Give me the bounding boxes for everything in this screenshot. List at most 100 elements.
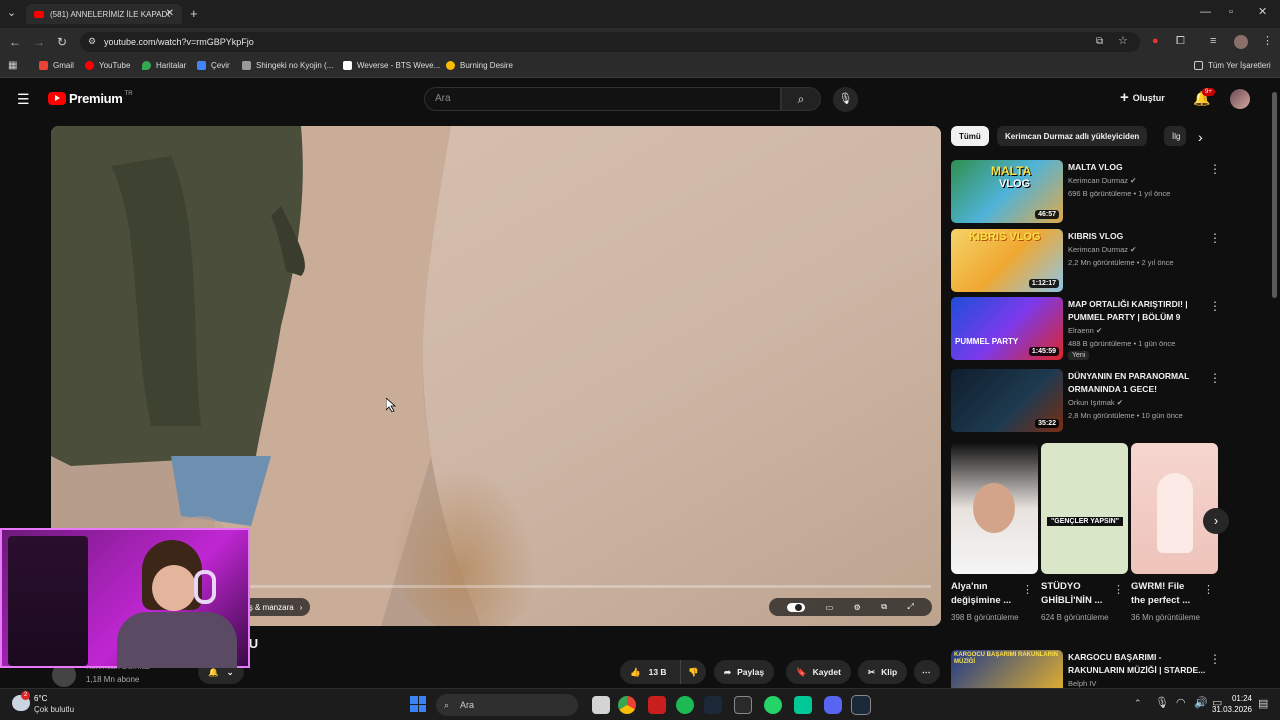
bookmark-youtube[interactable]: YouTube	[85, 61, 130, 70]
notification-center-icon[interactable]: ▤	[1258, 699, 1268, 710]
browser-menu-icon[interactable]: ⋮	[1262, 36, 1273, 47]
page-icon	[242, 61, 251, 70]
browser-tab-active[interactable]: (581) ANNELERİMİZ İLE KAPADOKYA ✕	[26, 4, 182, 24]
spotify-icon[interactable]	[676, 696, 694, 714]
bookmark-maps[interactable]: Haritalar	[142, 61, 186, 70]
more-vertical-icon[interactable]: ⋮	[1209, 371, 1221, 385]
apps-grid-icon[interactable]: ▦	[8, 61, 17, 71]
tray-chevron-icon[interactable]: ⌃	[1134, 699, 1142, 708]
recommendation-item[interactable]: KARGOCU BAŞARIMI RAKUNLARIN MÜZİĞİ KARGO…	[951, 650, 1231, 688]
fullscreen-icon[interactable]: ⤢	[907, 602, 913, 612]
steam-icon[interactable]	[704, 696, 722, 714]
thumbnail-caption: KIBRIS VLOG	[969, 231, 1041, 243]
close-tab-icon[interactable]: ✕	[166, 8, 174, 19]
autoplay-toggle[interactable]	[787, 602, 806, 612]
install-icon[interactable]: ⧉	[1096, 37, 1103, 47]
short-thumbnail[interactable]: "GENÇLER YAPSIN"	[1041, 443, 1128, 574]
account-avatar[interactable]	[1230, 89, 1250, 109]
save-button[interactable]: 🔖 Kaydet	[786, 660, 851, 684]
epic-games-icon[interactable]	[734, 696, 752, 714]
extension-icon[interactable]: ●	[1152, 36, 1159, 47]
short-thumbnail[interactable]	[951, 443, 1038, 574]
page-scrollbar-thumb[interactable]	[1272, 92, 1277, 298]
bookmark-gmail[interactable]: Gmail	[39, 61, 74, 70]
whatsapp-icon[interactable]	[764, 696, 782, 714]
settings-gear-icon[interactable]: ⚙	[854, 603, 861, 612]
miniplayer-icon[interactable]: ⧉	[881, 602, 887, 612]
maximize-icon[interactable]: ▫	[1229, 7, 1233, 18]
more-vertical-icon[interactable]: ⋮	[1113, 585, 1124, 596]
filter-chip-related[interactable]: İlg	[1164, 126, 1186, 146]
app-red-icon[interactable]	[648, 696, 666, 714]
short-views: 624 B görüntüleme	[1041, 613, 1109, 622]
more-vertical-icon[interactable]: ⋮	[1209, 652, 1221, 666]
bookmark-translate[interactable]: Çevir	[197, 61, 230, 70]
recommendation-item[interactable]: 35:22 DÜNYANIN EN PARANORMAL ORMANINDA 1…	[951, 369, 1231, 433]
share-button[interactable]: ➦ Paylaş	[714, 660, 775, 684]
youtube-premium-logo[interactable]: Premium TR	[48, 91, 133, 106]
windows-start-icon[interactable]	[410, 696, 426, 712]
filter-chip-all[interactable]: Tümü	[951, 126, 989, 146]
clock-time[interactable]: 01:24	[1226, 694, 1252, 703]
bookmark-weverse[interactable]: Weverse - BTS Weve...	[343, 61, 440, 70]
more-vertical-icon[interactable]: ⋮	[1209, 299, 1221, 313]
forward-icon[interactable]: →	[33, 36, 45, 48]
tray-mic-icon[interactable]: 🎙	[1155, 698, 1169, 709]
discord-icon[interactable]	[824, 696, 842, 714]
back-icon[interactable]: ←	[9, 36, 21, 48]
chips-next-chevron-icon[interactable]: ›	[1198, 130, 1203, 144]
like-button[interactable]: 👍 13 B	[620, 660, 680, 684]
rec-channel: Kerimcan Durmaz ✔	[1068, 245, 1137, 254]
steam-active-icon[interactable]	[851, 695, 871, 715]
all-bookmarks[interactable]: Tüm Yer İşaretleri	[1194, 61, 1271, 70]
filter-chip-uploader[interactable]: Kerimcan Durmaz adlı yükleyiciden	[997, 126, 1148, 146]
bookmark-burning-desire[interactable]: Burning Desire	[446, 61, 513, 70]
more-actions-button[interactable]: ⋯	[914, 660, 940, 684]
drive-icon	[446, 61, 455, 70]
recommendation-item[interactable]: KIBRIS VLOG 1:12:17 KIBRIS VLOG Kerimcan…	[951, 229, 1231, 293]
shorts-next-button[interactable]: ›	[1203, 508, 1229, 534]
short-title[interactable]: GWRM! File the perfect ...	[1131, 580, 1201, 608]
bookmark-icon: 🔖	[796, 666, 807, 677]
new-tab-icon[interactable]: +	[190, 7, 198, 20]
recommendation-item[interactable]: PUMMEL PARTY 1:45:59 MAP ORTALIĞI KARIŞT…	[951, 297, 1231, 369]
search-input[interactable]: Ara	[424, 87, 781, 111]
clock-date[interactable]: 31.03.2026	[1208, 705, 1252, 714]
recommendation-item[interactable]: MALTA VLOG 46:57 MALTA VLOG Kerimcan Dur…	[951, 160, 1231, 224]
app-green-icon[interactable]	[794, 696, 812, 714]
more-vertical-icon[interactable]: ⋮	[1209, 231, 1221, 245]
bookmark-shingeki[interactable]: Shingeki no Kyojin (...	[242, 61, 333, 70]
site-info-icon[interactable]: ⚙	[88, 37, 96, 46]
volume-icon[interactable]: 🔊	[1194, 698, 1208, 709]
voice-search-button[interactable]: 🎙	[833, 87, 858, 112]
profile-avatar[interactable]	[1234, 35, 1248, 49]
subtitles-icon[interactable]: ▭	[826, 603, 834, 612]
reload-icon[interactable]: ↻	[57, 36, 67, 48]
short-thumbnail[interactable]	[1131, 443, 1218, 574]
short-title[interactable]: STÜDYO GHİBLİ'NİN ...	[1041, 580, 1111, 608]
clip-button[interactable]: ✂ Klip	[858, 660, 908, 684]
tab-title: (581) ANNELERİMİZ İLE KAPADOKYA	[50, 9, 170, 19]
search-button[interactable]: ⌕	[781, 87, 821, 111]
hamburger-menu-icon[interactable]: ☰	[17, 92, 30, 106]
chrome-icon[interactable]	[618, 696, 636, 714]
more-vertical-icon[interactable]: ⋮	[1022, 585, 1033, 596]
url-field[interactable]: ⚙ youtube.com/watch?v=rmGBPYkpFjo ⧉ ☆	[80, 32, 1140, 52]
youtube-favicon-icon	[34, 10, 44, 18]
url-text: youtube.com/watch?v=rmGBPYkpFjo	[104, 37, 254, 47]
create-button[interactable]: + Oluştur	[1120, 90, 1165, 105]
taskbar-search[interactable]: ⌕ Ara	[436, 694, 578, 716]
more-vertical-icon[interactable]: ⋮	[1203, 585, 1214, 596]
dislike-button[interactable]: 👎	[680, 660, 706, 684]
more-vertical-icon[interactable]: ⋮	[1209, 162, 1221, 176]
window-close-icon[interactable]: ✕	[1258, 7, 1267, 18]
extensions-puzzle-icon[interactable]: ⧠	[1176, 36, 1185, 47]
reading-list-icon[interactable]: ≡	[1210, 36, 1216, 47]
short-title[interactable]: Alya'nın değişimine ...	[951, 580, 1021, 608]
verified-icon: ✔	[1130, 176, 1137, 185]
minimize-icon[interactable]: —	[1200, 7, 1211, 18]
wifi-icon[interactable]: ◠	[1176, 698, 1186, 709]
bookmark-star-icon[interactable]: ☆	[1118, 36, 1128, 47]
tab-list-icon[interactable]: ⌄	[7, 8, 16, 19]
taskview-icon[interactable]	[592, 696, 610, 714]
